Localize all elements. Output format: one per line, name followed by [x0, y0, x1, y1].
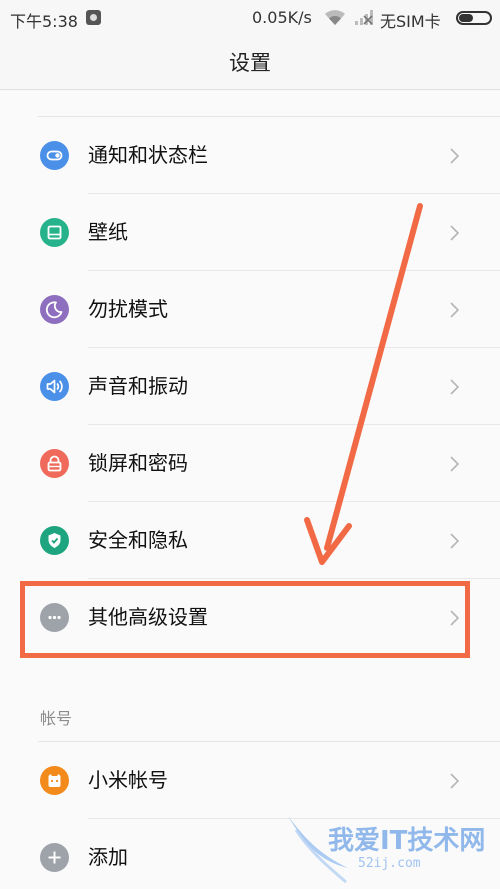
notification-toggle-icon: [40, 141, 69, 170]
settings-item-add-account[interactable]: 添加: [0, 819, 500, 889]
signal-icon: [355, 10, 373, 25]
section-header-account: 帐号: [40, 709, 73, 728]
settings-item-mi-account[interactable]: 小米帐号: [0, 742, 500, 819]
status-bar: 下午5:38 0.05K/s 无SIM卡: [0, 0, 500, 36]
settings-item-label: 锁屏和密码: [88, 451, 188, 475]
settings-item-lockscreen-password[interactable]: 锁屏和密码: [0, 425, 500, 502]
battery-icon: [456, 11, 492, 25]
settings-item-label: 勿扰模式: [88, 297, 168, 321]
chevron-right-icon: [450, 225, 460, 241]
settings-item-label: 壁纸: [88, 220, 128, 244]
settings-item-notifications[interactable]: 通知和状态栏: [0, 117, 500, 194]
page-title: 设置: [229, 51, 271, 75]
wallpaper-icon: [40, 218, 69, 247]
moon-icon: [40, 295, 69, 324]
settings-list: 通知和状态栏 壁纸 勿扰模式 声音和振动 锁屏和密码 安全和隐私 其他高级设置 …: [0, 91, 500, 889]
title-bar: 设置: [0, 36, 500, 90]
chevron-right-icon: [450, 379, 460, 395]
wifi-icon: [325, 10, 345, 25]
settings-item-label: 小米帐号: [88, 768, 168, 792]
chevron-right-icon: [450, 456, 460, 472]
settings-item-sound-vibration[interactable]: 声音和振动: [0, 348, 500, 425]
settings-item-label: 通知和状态栏: [88, 143, 208, 167]
speaker-icon: [40, 372, 69, 401]
settings-item-security-privacy[interactable]: 安全和隐私: [0, 502, 500, 579]
settings-item-label: 声音和振动: [88, 374, 188, 398]
mi-account-icon: [40, 766, 69, 795]
settings-item-label: 安全和隐私: [88, 528, 188, 552]
chevron-right-icon: [450, 533, 460, 549]
chevron-right-icon: [450, 148, 460, 164]
shield-icon: [40, 526, 69, 555]
network-speed: 0.05K/s: [252, 8, 312, 27]
chevron-right-icon: [450, 773, 460, 789]
lock-icon: [40, 449, 69, 478]
sim-status: 无SIM卡: [380, 12, 441, 31]
highlight-box: [20, 581, 470, 658]
notification-app-icon: [86, 10, 101, 25]
plus-icon: [40, 843, 69, 872]
status-time: 下午5:38: [10, 12, 78, 31]
settings-item-label: 添加: [88, 845, 128, 869]
settings-item-do-not-disturb[interactable]: 勿扰模式: [0, 271, 500, 348]
settings-item-wallpaper[interactable]: 壁纸: [0, 194, 500, 271]
chevron-right-icon: [450, 302, 460, 318]
